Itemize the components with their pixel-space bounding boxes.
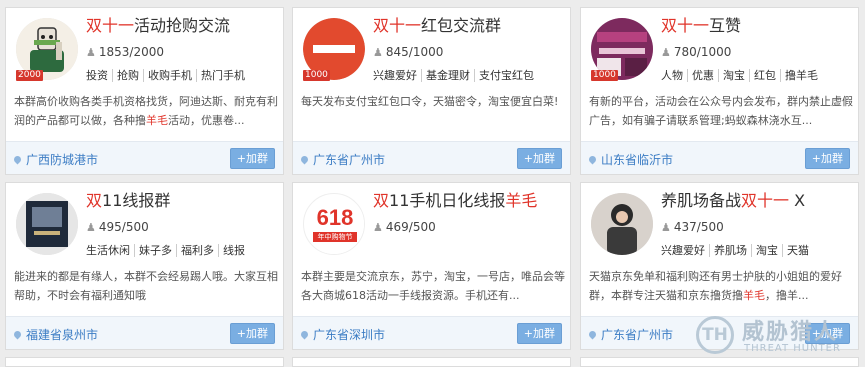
tag: 妹子多 xyxy=(134,244,176,257)
people-icon: ♟ xyxy=(373,221,383,234)
watermark-en-text: THREAT HUNTER xyxy=(744,343,841,354)
tag: 福利多 xyxy=(176,244,218,257)
tag: 热门手机 xyxy=(196,69,249,82)
watermark-cn-text: 威胁猎人 xyxy=(742,320,839,345)
join-group-button[interactable]: +加群 xyxy=(516,148,562,169)
tag: 兴趣爱好 xyxy=(661,244,705,257)
location: 福建省泉州市 xyxy=(12,326,98,343)
tag: 支付宝红包 xyxy=(474,69,538,82)
tag: 红包 xyxy=(749,69,780,82)
tag: 天猫 xyxy=(782,244,813,257)
group-description: 本群主要是交流京东，苏宁，淘宝，一号店，唯品会等各大商城618活动一手线报资源。… xyxy=(301,270,565,302)
location: 广东省广州市 xyxy=(587,326,673,343)
tag: 人物 xyxy=(661,69,683,82)
group-title[interactable]: 双十一互赞 xyxy=(661,14,852,38)
people-icon: ♟ xyxy=(86,46,96,59)
location: 山东省临沂市 xyxy=(587,151,673,168)
card-footer: 广西防城港市 +加群 xyxy=(6,141,283,174)
member-count: ♟ 495/500 xyxy=(86,220,149,234)
logo-618-subtitle: 年中购物节 xyxy=(313,232,357,242)
tag-list: 兴趣爱好 基金理财 支付宝红包 xyxy=(373,67,564,83)
member-count: ♟ 469/500 xyxy=(373,220,436,234)
tag: 投资 xyxy=(86,69,108,82)
level-badge: 1000 xyxy=(303,70,330,81)
people-icon: ♟ xyxy=(86,221,96,234)
group-description: 本群高价收购各类手机资格找货，阿迪达斯、耐克有利润的产品都可以做，各种撸羊毛活动… xyxy=(14,95,278,127)
group-description: 能进来的都是有缘人，本群不会经易踢人哦。大家互相帮助，不时会有福利通知哦 xyxy=(14,270,278,302)
location: 广东省深圳市 xyxy=(299,326,385,343)
group-avatar[interactable] xyxy=(16,193,78,255)
join-group-button[interactable]: +加群 xyxy=(804,148,850,169)
join-group-button[interactable]: +加群 xyxy=(229,323,275,344)
group-card[interactable]: 618 年中购物节 双11手机日化线报羊毛 ♟ 469/500 本群主要是交流京东… xyxy=(292,182,571,350)
tag: 抢购 xyxy=(112,69,143,82)
group-avatar[interactable]: 618 年中购物节 xyxy=(303,193,365,255)
people-icon: ♟ xyxy=(373,46,383,59)
group-avatar[interactable] xyxy=(591,193,653,255)
tag: 兴趣爱好 xyxy=(373,69,417,82)
group-title[interactable]: 双11手机日化线报羊毛 xyxy=(373,189,564,213)
location-pin-icon xyxy=(587,329,598,340)
tag: 撸羊毛 xyxy=(780,69,822,82)
group-card[interactable]: 1000 双十一红包交流群 ♟ 845/1000 兴趣爱好 基金理财 支付宝红包 每天… xyxy=(292,7,571,175)
group-description: 每天发布支付宝红包口令，天猫密令，淘宝便宜白菜! xyxy=(301,95,559,108)
tag-list: 生活休闲 妹子多 福利多 线报 xyxy=(86,242,277,258)
tag: 淘宝 xyxy=(751,244,782,257)
tag-list: 兴趣爱好 养肌场 淘宝 天猫 xyxy=(661,242,852,258)
people-icon: ♟ xyxy=(661,46,671,59)
group-title[interactable]: 双11线报群 xyxy=(86,189,277,213)
join-group-button[interactable]: +加群 xyxy=(516,323,562,344)
group-description: 有新的平台，活动会在公众号内会发布，群内禁止虚假广告，如有骗子请联系管理;蚂蚁森… xyxy=(589,95,853,127)
location-pin-icon xyxy=(299,154,310,165)
logo-618-text: 618 xyxy=(316,205,354,230)
card-footer: 广东省广州市 +加群 xyxy=(293,141,570,174)
tag: 优惠 xyxy=(687,69,718,82)
location-pin-icon xyxy=(299,329,310,340)
group-description: 天猫京东免单和福利购还有男士护肤的小姐姐的爱好群，本群专注天猫和京东撸货撸羊毛，… xyxy=(589,270,842,302)
tag: 基金理财 xyxy=(421,69,474,82)
tag: 收购手机 xyxy=(143,69,196,82)
location: 广西防城港市 xyxy=(12,151,98,168)
location-pin-icon xyxy=(587,154,598,165)
people-icon: ♟ xyxy=(661,221,671,234)
group-card[interactable]: 2000 双十一活动抢购交流 ♟ 1853/2000 投资 抢购 收购手机 热门手机 本… xyxy=(5,7,284,175)
group-card-partial xyxy=(5,357,284,367)
member-count: ♟ 845/1000 xyxy=(373,45,444,59)
level-badge: 1000 xyxy=(591,70,618,81)
member-count: ♟ 780/1000 xyxy=(661,45,732,59)
tag-list: 人物 优惠 淘宝 红包 撸羊毛 xyxy=(661,67,852,83)
card-footer: 山东省临沂市 +加群 xyxy=(581,141,858,174)
group-title[interactable]: 双十一红包交流群 xyxy=(373,14,564,38)
card-footer: 广东省深圳市 +加群 xyxy=(293,316,570,349)
tag: 淘宝 xyxy=(718,69,749,82)
threat-hunter-watermark: TH 威胁猎人 THREAT HUNTER xyxy=(694,314,859,360)
level-badge: 2000 xyxy=(16,70,43,81)
group-card[interactable]: 双11线报群 ♟ 495/500 生活休闲 妹子多 福利多 线报 能进来的都是有缘人，本… xyxy=(5,182,284,350)
group-title[interactable]: 双十一活动抢购交流 xyxy=(86,14,277,38)
group-card-partial xyxy=(292,357,571,367)
location-pin-icon xyxy=(12,329,23,340)
tag: 生活休闲 xyxy=(86,244,130,257)
card-footer: 福建省泉州市 +加群 xyxy=(6,316,283,349)
tag: 养肌场 xyxy=(709,244,751,257)
location: 广东省广州市 xyxy=(299,151,385,168)
group-title[interactable]: 养肌场备战双十一 X xyxy=(661,189,852,213)
threat-hunter-logo-icon: TH xyxy=(696,316,734,354)
member-count: ♟ 1853/2000 xyxy=(86,45,164,59)
group-card[interactable]: 1000 双十一互赞 ♟ 780/1000 人物 优惠 淘宝 红包 撸羊毛 有新的平台，活… xyxy=(580,7,859,175)
join-group-button[interactable]: +加群 xyxy=(229,148,275,169)
tag: 线报 xyxy=(218,244,249,257)
location-pin-icon xyxy=(12,154,23,165)
member-count: ♟ 437/500 xyxy=(661,220,724,234)
tag-list: 投资 抢购 收购手机 热门手机 xyxy=(86,67,277,83)
